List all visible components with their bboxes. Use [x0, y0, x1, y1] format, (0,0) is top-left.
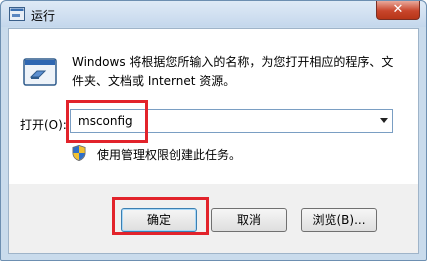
open-label: 打开(O):: [20, 118, 67, 132]
command-input[interactable]: msconfig: [78, 114, 133, 128]
admin-privilege-note: 使用管理权限创建此任务。: [97, 148, 242, 162]
close-icon: ✕: [392, 2, 404, 17]
dialog-body: Windows 将根据您所输入的名称，为您打开相应的程序、文件夹、文档或 Int…: [8, 28, 419, 254]
run-dialog-window: 运行 ✕ Windows 将根据您所输入的名称，为您打开相应的程序、文件夹、文档…: [0, 0, 427, 261]
browse-button[interactable]: 浏览(B)...: [301, 208, 377, 232]
dialog-description: Windows 将根据您所输入的名称，为您打开相应的程序、文件夹、文档或 Int…: [72, 55, 394, 88]
dialog-content-area: Windows 将根据您所输入的名称，为您打开相应的程序、文件夹、文档或 Int…: [9, 29, 418, 184]
ok-button[interactable]: 确定: [121, 208, 197, 232]
cancel-button[interactable]: 取消: [211, 208, 287, 232]
uac-shield-icon: [72, 145, 86, 161]
window-title: 运行: [31, 9, 56, 23]
command-combobox[interactable]: msconfig: [70, 109, 393, 133]
title-bar[interactable]: 运行 ✕: [1, 1, 426, 27]
run-app-icon: [9, 7, 25, 21]
run-program-icon: [23, 58, 57, 86]
chevron-down-icon[interactable]: [380, 118, 388, 123]
close-button[interactable]: ✕: [376, 1, 420, 20]
